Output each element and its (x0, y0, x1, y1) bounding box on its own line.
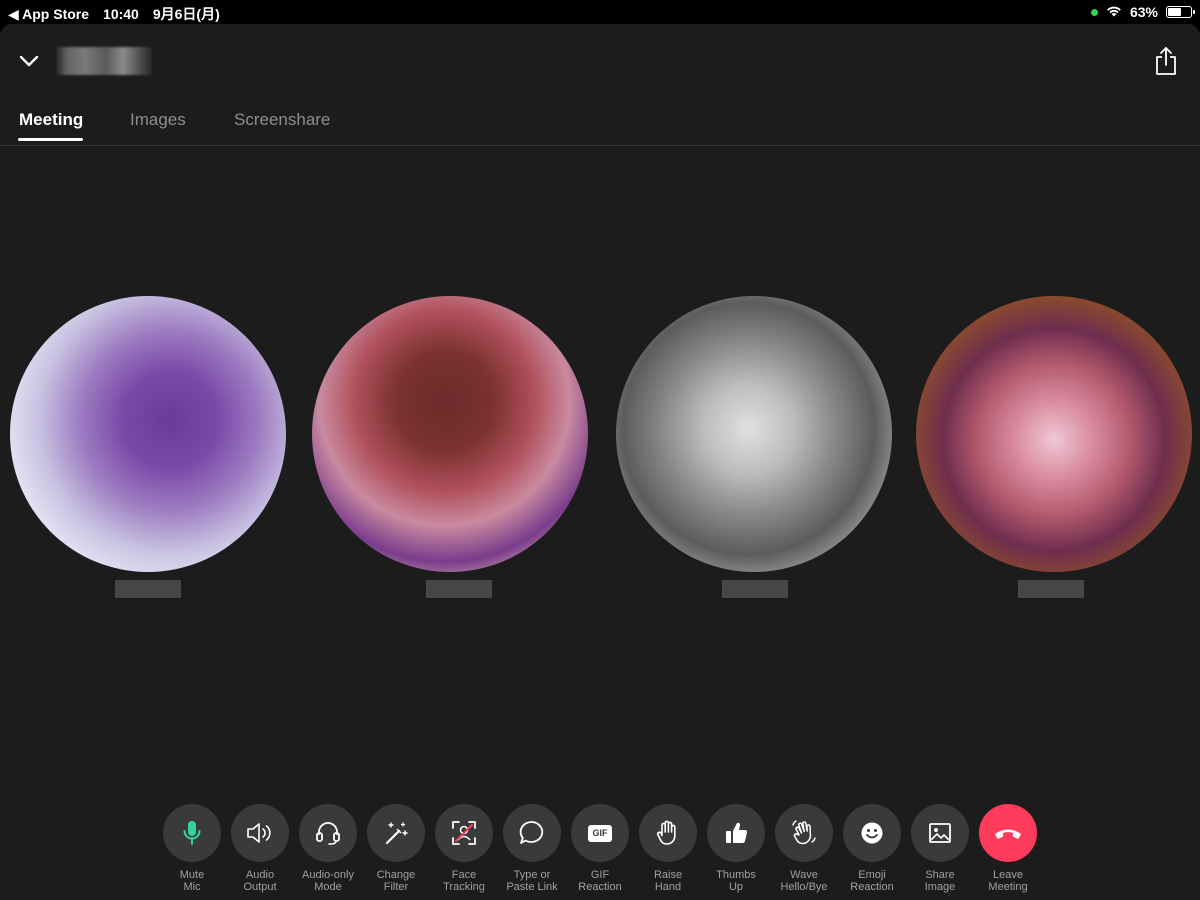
participant-name-pixelated (1018, 580, 1084, 598)
participant-name-pixelated (426, 580, 492, 598)
phone-hangup-button-circle[interactable] (979, 804, 1037, 862)
chat-bubble-button-circle[interactable] (503, 804, 561, 862)
speaker-icon (245, 821, 275, 845)
headset-button[interactable]: Audio-only Mode (294, 804, 362, 893)
phone-hangup-icon (993, 823, 1023, 843)
meeting-name-pixelated (56, 47, 152, 75)
wave-button-circle[interactable] (775, 804, 833, 862)
magic-wand-icon (382, 819, 410, 847)
status-date: 9月6日(月) (152, 6, 220, 22)
emoji-button[interactable]: Emoji Reaction (838, 804, 906, 893)
thumbs-up-icon (723, 820, 749, 846)
face-tracking-button[interactable]: Face Tracking (430, 804, 498, 893)
chevron-down-icon (19, 55, 39, 67)
tab-screenshare[interactable]: Screenshare (234, 110, 330, 130)
gif-icon: GIF (588, 824, 612, 842)
participant-name-pixelated (722, 580, 788, 598)
status-left: ◀ App Store 10:40 9月6日(月) (8, 4, 220, 24)
tab-images[interactable]: Images (130, 110, 186, 130)
chat-bubble-icon (518, 819, 546, 847)
collapse-button[interactable] (18, 50, 40, 72)
toolbar-label-line1: Leave (993, 869, 1023, 881)
image-icon (927, 820, 953, 846)
thumbs-up-button[interactable]: Thumbs Up (702, 804, 770, 893)
thumbs-up-button-circle[interactable] (707, 804, 765, 862)
phone-hangup-button[interactable]: Leave Meeting (974, 804, 1042, 893)
headset-icon (314, 819, 342, 847)
magic-wand-button[interactable]: Change Filter (362, 804, 430, 893)
tab-active-indicator (18, 138, 83, 141)
meeting-toolbar: Mute Mic Audio Output Audio-only Mode Change Fi… (158, 804, 1042, 900)
speaker-button[interactable]: Audio Output (226, 804, 294, 893)
chat-bubble-button[interactable]: Type or Paste Link (498, 804, 566, 893)
share-icon (1156, 47, 1176, 75)
hand-button[interactable]: Raise Hand (634, 804, 702, 893)
battery-level (1168, 8, 1182, 16)
meeting-window: Meeting Images Screenshare Mute Mic Audio O… (0, 24, 1200, 900)
magic-wand-button-circle[interactable] (367, 804, 425, 862)
toolbar-button-label: Leave Meeting (968, 869, 1048, 893)
emoji-icon (859, 820, 885, 846)
toolbar-label-line2: Meeting (988, 881, 1028, 893)
tab-bar: Meeting Images Screenshare (0, 98, 1200, 146)
tab-meeting[interactable]: Meeting (19, 110, 83, 130)
header (0, 24, 1200, 98)
wifi-icon (1106, 4, 1122, 20)
participant-avatar[interactable] (916, 296, 1192, 572)
participant-name-pixelated (115, 580, 181, 598)
participant-avatar[interactable] (616, 296, 892, 572)
headset-button-circle[interactable] (299, 804, 357, 862)
speaker-button-circle[interactable] (231, 804, 289, 862)
face-tracking-icon (450, 819, 478, 847)
wave-button[interactable]: Wave Hello/Bye (770, 804, 838, 893)
mic-button-circle[interactable] (163, 804, 221, 862)
status-right: 63% (1090, 4, 1195, 20)
mic-in-use-indicator (1090, 8, 1098, 16)
battery-icon (1166, 6, 1195, 18)
mic-icon (181, 820, 203, 846)
hand-icon (655, 819, 681, 847)
mic-button[interactable]: Mute Mic (158, 804, 226, 893)
face-tracking-button-circle[interactable] (435, 804, 493, 862)
battery-percent: 63% (1129, 4, 1158, 20)
status-time: 10:40 (103, 6, 139, 22)
gif-glyph: GIF (588, 824, 612, 842)
status-bar: ◀ App Store 10:40 9月6日(月) 63% (0, 0, 1200, 24)
hand-button-circle[interactable] (639, 804, 697, 862)
participant-avatar[interactable] (312, 296, 588, 572)
share-button[interactable] (1154, 46, 1178, 76)
image-button-circle[interactable] (911, 804, 969, 862)
participant-avatar[interactable] (10, 296, 286, 572)
gif-button[interactable]: GIF GIF Reaction (566, 804, 634, 893)
wave-icon (790, 819, 818, 847)
gif-button-circle[interactable]: GIF (571, 804, 629, 862)
emoji-button-circle[interactable] (843, 804, 901, 862)
participant-stage (0, 146, 1200, 796)
image-button[interactable]: Share Image (906, 804, 974, 893)
back-to-app-link[interactable]: ◀ App Store (8, 6, 89, 23)
